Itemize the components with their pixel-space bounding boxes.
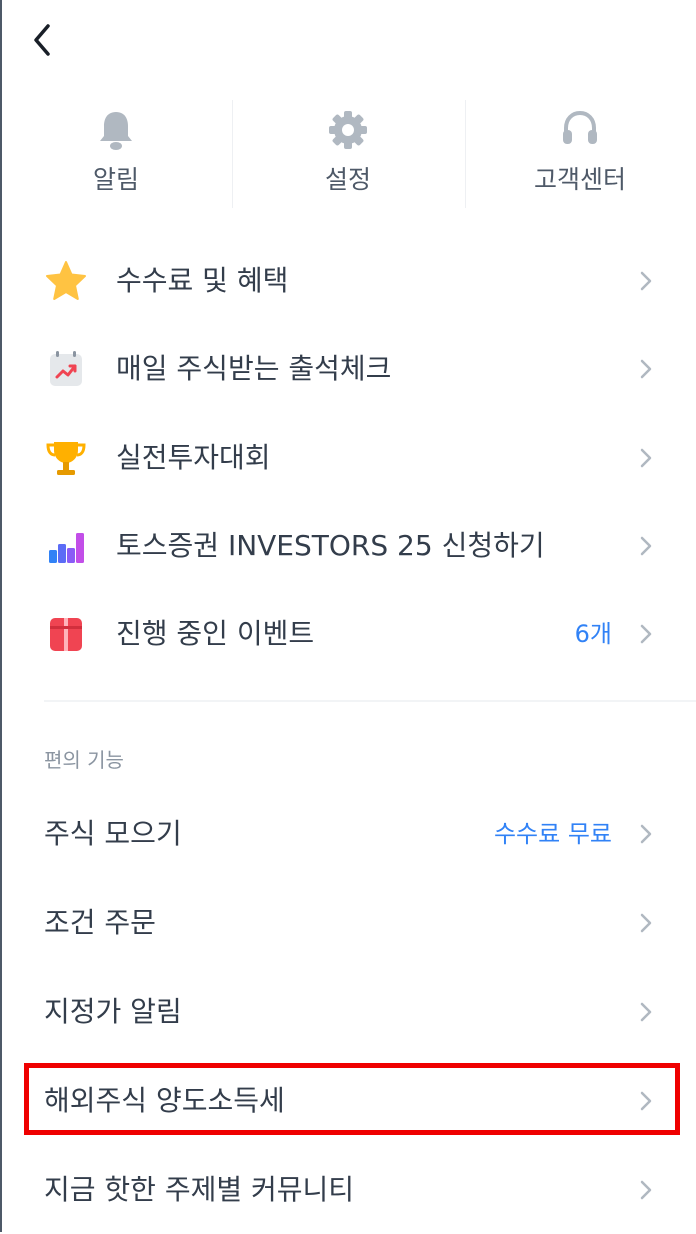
calendar-chart-icon	[50, 351, 82, 386]
menu-item-fees-benefits[interactable]: 수수료 및 혜택	[0, 237, 696, 325]
menu-item-label: 매일 주식받는 출석체크	[116, 352, 392, 385]
menu-item-label: 실전투자대회	[116, 441, 271, 474]
chevron-left-icon	[34, 24, 50, 56]
menu-item-label: 수수료 및 혜택	[116, 264, 289, 297]
gear-icon	[329, 111, 367, 149]
headset-icon	[563, 110, 597, 144]
menu-item-hot-topic-community[interactable]: 지금 핫한 주제별 커뮤니티	[0, 1146, 696, 1234]
quick-action-notifications[interactable]: 알림	[0, 100, 232, 210]
menu-item-label: 지정가 알림	[44, 995, 182, 1028]
chevron-right-icon	[640, 824, 652, 844]
menu-item-investors-apply[interactable]: 토스증권 INVESTORS 25 신청하기	[0, 502, 696, 590]
section-title: 편의 기능	[44, 748, 124, 772]
menu-item-attendance-check[interactable]: 매일 주식받는 출석체크	[0, 325, 696, 413]
divider	[232, 100, 233, 208]
quick-actions: 알림 설정 고객센터	[0, 100, 696, 210]
menu-item-label: 토스증권 INVESTORS 25 신청하기	[116, 529, 545, 562]
quick-action-customer-center[interactable]: 고객센터	[464, 100, 696, 210]
chevron-right-icon	[640, 536, 652, 556]
quick-action-label: 고객센터	[533, 165, 626, 194]
menu-item-conditional-order[interactable]: 조건 주문	[0, 879, 696, 967]
quick-action-label: 알림	[92, 165, 139, 194]
gift-icon	[50, 618, 82, 651]
menu-item-ongoing-events[interactable]: 진행 중인 이벤트 6개	[0, 590, 696, 678]
menu-item-stock-collect[interactable]: 주식 모으기 수수료 무료	[0, 790, 696, 878]
menu-item-investment-contest[interactable]: 실전투자대회	[0, 414, 696, 502]
trophy-icon	[46, 442, 86, 475]
menu-item-label: 조건 주문	[44, 906, 156, 939]
menu-item-limit-price-alert[interactable]: 지정가 알림	[0, 968, 696, 1056]
menu-item-label: 주식 모으기	[44, 817, 182, 850]
chevron-right-icon	[640, 271, 652, 291]
quick-action-label: 설정	[324, 165, 371, 194]
section-divider	[44, 700, 696, 702]
chevron-right-icon	[640, 448, 652, 468]
chevron-right-icon	[640, 359, 652, 379]
bar-chart-icon	[49, 533, 84, 563]
chevron-right-icon	[640, 1180, 652, 1200]
quick-action-settings[interactable]: 설정	[232, 100, 464, 210]
free-fee-badge: 수수료 무료	[493, 820, 612, 848]
event-count-badge: 6개	[574, 620, 612, 648]
menu-item-label: 지금 핫한 주제별 커뮤니티	[44, 1173, 355, 1206]
highlight-box	[24, 1063, 680, 1135]
chevron-right-icon	[640, 1002, 652, 1022]
back-button[interactable]	[30, 18, 70, 62]
chevron-right-icon	[640, 624, 652, 644]
menu-item-label: 진행 중인 이벤트	[116, 617, 315, 650]
bell-icon	[100, 112, 132, 150]
chevron-right-icon	[640, 913, 652, 933]
star-icon	[46, 261, 86, 300]
divider	[465, 100, 466, 208]
